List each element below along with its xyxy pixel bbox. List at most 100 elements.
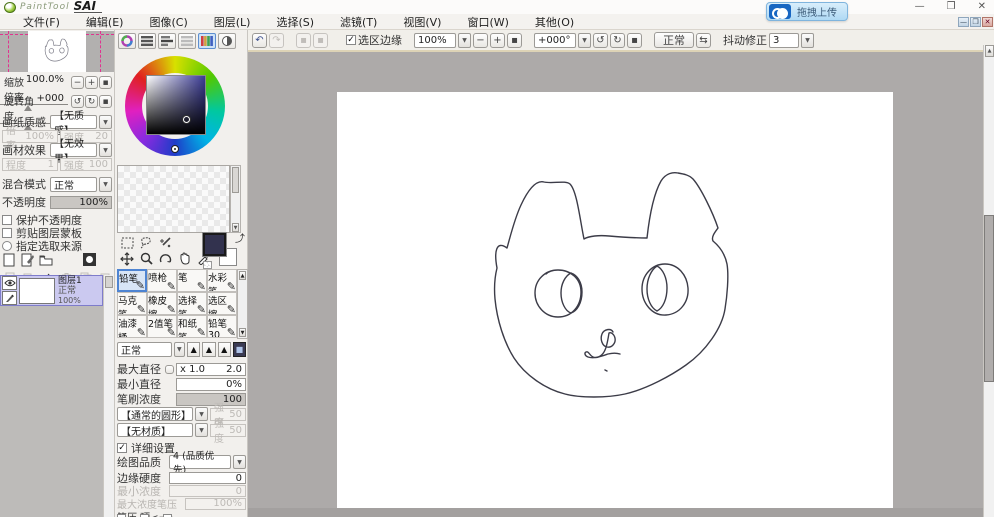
brush-marker[interactable]: 马克笔✎ [117, 292, 147, 315]
brush-blend-dropdown-icon[interactable]: ▼ [173, 342, 186, 357]
scratchpad-scrollbar[interactable]: ▼ [230, 165, 241, 233]
new-folder-icon[interactable] [38, 252, 53, 267]
angle-dropdown-icon[interactable]: ▼ [578, 32, 591, 48]
color-wheel[interactable] [125, 56, 225, 156]
navigator-panel[interactable] [0, 31, 114, 72]
selection-source-radio[interactable] [2, 241, 12, 251]
new-linework-layer-icon[interactable] [20, 252, 35, 267]
menu-window[interactable]: 窗口(W) [454, 14, 521, 30]
material-effect-dropdown-icon[interactable]: ▼ [99, 143, 112, 157]
undo-button[interactable]: ↶ [252, 32, 267, 48]
transparent-color-swatch[interactable] [203, 261, 212, 269]
window-minimize-button[interactable]: — [915, 1, 925, 13]
invert-selection-button[interactable]: ▪ [313, 32, 328, 48]
edge-shape-mid-button[interactable]: ▲ [202, 342, 216, 357]
nav-zoom-in-button[interactable]: + [85, 76, 98, 89]
edge-shape-sharp-button[interactable]: ▲ [187, 342, 201, 357]
hand-tool-icon[interactable] [176, 251, 192, 266]
protect-opacity-checkbox[interactable] [2, 215, 12, 225]
zoom-combo[interactable]: 100% [414, 32, 456, 48]
zoom-in-button[interactable]: + [490, 32, 505, 48]
brush-shape-dropdown-icon[interactable]: ▼ [195, 407, 208, 421]
menu-edit[interactable]: 编辑(E) [73, 14, 137, 30]
stabilizer-combo[interactable]: 3 [769, 32, 799, 48]
rect-select-tool-icon[interactable] [119, 235, 135, 250]
max-diameter-slider[interactable]: x 1.0 2.0 [176, 362, 246, 376]
doc-restore-button[interactable]: ❒ [970, 17, 981, 27]
menu-select[interactable]: 选择(S) [263, 14, 327, 30]
magic-wand-tool-icon[interactable] [157, 235, 173, 250]
min-diameter-slider[interactable]: 0% [176, 377, 246, 391]
brush-selection-eraser[interactable]: 选区擦✎ [207, 292, 237, 315]
foreground-color-swatch[interactable] [202, 232, 227, 257]
brush-pencil30[interactable]: 铅笔30 ✎ [207, 315, 237, 338]
brush-grid-scrollbar[interactable]: ▲ ▼ [237, 269, 248, 339]
saturation-value-square[interactable] [146, 75, 206, 135]
brush-pen[interactable]: 笔 ✎ [177, 269, 207, 292]
zoom-reset-button[interactable]: ▪ [507, 32, 522, 48]
brush-blend-combo[interactable]: 正常 [117, 342, 172, 357]
brush-pencil[interactable]: 铅笔 ✎ [117, 269, 147, 292]
swatches-toggle-icon[interactable] [198, 33, 216, 49]
layer-list-scrollbar[interactable] [103, 275, 114, 517]
diameter-unit-button[interactable] [165, 364, 174, 374]
menu-view[interactable]: 视图(V) [390, 14, 454, 30]
scrollbar-thumb[interactable] [984, 215, 994, 382]
redo-button[interactable]: ↷ [269, 32, 284, 48]
hsv-slider-toggle-icon[interactable] [158, 33, 176, 49]
canvas-vertical-scrollbar[interactable]: ▲ [983, 45, 994, 517]
new-layer-icon[interactable] [2, 252, 17, 267]
rotate-ccw-button[interactable]: ↺ [593, 32, 608, 48]
deselect-button[interactable]: ▪ [296, 32, 311, 48]
brush-airbrush[interactable]: 喷枪 ✎ [147, 269, 177, 292]
rotate-reset-button[interactable]: ▪ [627, 32, 642, 48]
window-maximize-button[interactable]: ❒ [947, 1, 956, 13]
blend-mode-combo[interactable]: 正常 [50, 176, 97, 192]
nav-zoom-out-button[interactable]: − [71, 76, 84, 89]
material-effect-combo[interactable]: 【无效果】 [50, 139, 97, 165]
brush-eraser[interactable]: 橡皮擦✎ [147, 292, 177, 315]
hue-cursor[interactable] [171, 145, 179, 153]
move-tool-icon[interactable] [119, 251, 135, 266]
brush-scroll-up-icon[interactable]: ▲ [239, 271, 246, 280]
menu-file[interactable]: 文件(F) [10, 14, 73, 30]
workspace[interactable] [248, 52, 983, 508]
opacity-slider[interactable]: 100% [50, 195, 112, 209]
canvas[interactable] [337, 92, 893, 508]
brush-texture-combo[interactable]: 【无材质】 [117, 423, 193, 438]
selection-edge-checkbox[interactable]: ✓ [346, 35, 356, 45]
doc-close-button[interactable]: ✕ [982, 17, 993, 27]
layer-mask-icon[interactable] [82, 252, 97, 267]
color-wheel-toggle-icon[interactable] [118, 33, 136, 49]
layer-visibility-toggle[interactable] [2, 275, 17, 290]
scrollbar-top-button[interactable]: ▲ [985, 45, 994, 57]
menu-filter[interactable]: 滤镜(T) [327, 14, 390, 30]
rotate-canvas-tool-icon[interactable] [157, 251, 173, 266]
edge-shape-flat-button[interactable]: ■ [232, 342, 246, 357]
brush-density-slider[interactable]: 100 [176, 392, 246, 406]
brush-selection-pen[interactable]: 选择笔✎ [177, 292, 207, 315]
layer-row-selected[interactable]: 图层1 正常 100% [0, 275, 103, 306]
window-close-button[interactable]: ✕ [978, 1, 986, 13]
mixer-toggle-icon[interactable] [178, 33, 196, 49]
brush-texture-dropdown-icon[interactable]: ▼ [195, 423, 208, 437]
drag-upload-button[interactable]: 拖拽上传 [766, 2, 848, 21]
blend-normal-button[interactable]: 正常 [654, 32, 694, 48]
lasso-tool-icon[interactable] [138, 235, 154, 250]
scratchpad-area[interactable] [117, 165, 230, 233]
zoom-out-button[interactable]: − [473, 32, 488, 48]
edge-shape-soft-button[interactable]: ▲ [217, 342, 231, 357]
menu-layer[interactable]: 图层(L) [201, 14, 264, 30]
nav-rotate-reset-button[interactable]: ▪ [99, 95, 112, 108]
menu-image[interactable]: 图像(C) [136, 14, 200, 30]
scratchpad-toggle-icon[interactable] [218, 33, 236, 49]
clipping-mask-checkbox[interactable] [2, 228, 12, 238]
stabilizer-dropdown-icon[interactable]: ▼ [801, 32, 814, 48]
paper-texture-dropdown-icon[interactable]: ▼ [99, 115, 112, 129]
brush-shape-combo[interactable]: 【通常的圆形】 [117, 407, 193, 422]
menu-others[interactable]: 其他(O) [522, 14, 587, 30]
doc-minimize-button[interactable]: — [958, 17, 969, 27]
paper-texture-combo[interactable]: 【无质感】 [50, 111, 97, 137]
horizontal-scroll-area[interactable] [248, 508, 983, 517]
brush-bucket[interactable]: 油漆桶✎ [117, 315, 147, 338]
